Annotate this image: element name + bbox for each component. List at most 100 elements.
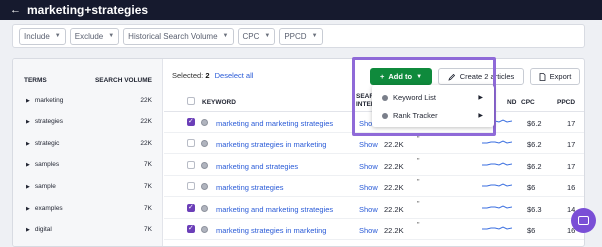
- filter-historical-volume[interactable]: Historical Search Volume ▼: [123, 27, 234, 45]
- show-intent-link[interactable]: Show: [359, 162, 378, 171]
- cpc-value: $6.2: [527, 119, 542, 128]
- row-checkbox[interactable]: [187, 182, 195, 190]
- expand-triangle-icon[interactable]: ▶: [26, 227, 30, 233]
- keyword-link[interactable]: marketing strategies in marketing: [216, 226, 326, 235]
- search-volume: 22.2K: [384, 140, 404, 149]
- table-row[interactable]: marketing and marketing strategies Show 22…: [164, 198, 584, 219]
- term-row[interactable]: ▶ examples 7K: [26, 205, 152, 212]
- filter-ppcd[interactable]: PPCD ▼: [279, 27, 323, 45]
- trend-sparkline: [482, 226, 512, 230]
- term-volume: 7K: [144, 161, 152, 168]
- volume-col-header: SEARCH VOLUME: [94, 77, 152, 84]
- chevron-right-icon: ▶: [478, 113, 483, 119]
- keyword-link[interactable]: marketing and marketing strategies: [216, 205, 333, 214]
- trend-sparkline: [482, 162, 512, 166]
- chat-button[interactable]: [571, 208, 596, 233]
- back-arrow-icon[interactable]: ←: [10, 4, 21, 16]
- keyword-link[interactable]: marketing strategies in marketing: [216, 140, 326, 149]
- intent-mark: ": [417, 201, 420, 208]
- trend-col-header: ND: [507, 99, 517, 106]
- intent-mark: ": [417, 222, 420, 229]
- results-panel: TERMS SEARCH VOLUME ▶ marketing 22K ▶ strat…: [12, 58, 585, 247]
- terms-header: TERMS SEARCH VOLUME: [24, 77, 152, 84]
- cpc-value: $6.3: [527, 205, 542, 214]
- header-bar: ← marketing+strategies: [0, 0, 602, 20]
- term-label: samples: [34, 161, 60, 168]
- term-volume: 7K: [144, 226, 152, 233]
- term-row[interactable]: ▶ marketing 22K: [26, 97, 152, 104]
- term-volume: 22K: [140, 97, 152, 104]
- trend-sparkline: [482, 205, 512, 209]
- table-row[interactable]: marketing strategies in marketing Show 22.…: [164, 219, 584, 240]
- status-dot-icon: [201, 140, 208, 147]
- expand-triangle-icon[interactable]: ▶: [26, 119, 30, 125]
- chevron-down-icon: ▼: [264, 33, 271, 39]
- filter-exclude-label: Exclude: [74, 31, 104, 41]
- term-volume: 22K: [140, 140, 152, 147]
- cpc-col-header: CPC: [521, 99, 535, 106]
- row-checkbox[interactable]: [187, 224, 195, 233]
- chat-bubble-icon: [578, 216, 589, 225]
- export-label: Export: [549, 72, 572, 81]
- table-row[interactable]: marketing strategies Show 22.2K " $6 16: [164, 176, 584, 197]
- show-intent-link[interactable]: Show: [359, 183, 378, 192]
- expand-triangle-icon[interactable]: ▶: [26, 206, 30, 212]
- filter-ppcd-label: PPCD: [284, 31, 307, 41]
- expand-triangle-icon[interactable]: ▶: [26, 98, 30, 104]
- chevron-down-icon: ▼: [54, 33, 61, 39]
- row-checkbox[interactable]: [187, 139, 195, 147]
- term-volume: 22K: [140, 118, 152, 125]
- chevron-down-icon: ▼: [108, 33, 115, 39]
- term-row[interactable]: ▶ strategic 22K: [26, 140, 152, 147]
- expand-triangle-icon[interactable]: ▶: [26, 162, 30, 168]
- show-intent-link[interactable]: Show: [359, 140, 378, 149]
- keyword-link[interactable]: marketing and marketing strategies: [216, 119, 333, 128]
- row-checkbox[interactable]: [187, 117, 195, 126]
- expand-triangle-icon[interactable]: ▶: [26, 184, 30, 190]
- term-row[interactable]: ▶ digital 7K: [26, 226, 152, 233]
- filter-exclude[interactable]: Exclude ▼: [69, 27, 120, 45]
- search-volume: 22.2K: [384, 226, 404, 235]
- trend-sparkline: [482, 140, 512, 144]
- keyword-link[interactable]: marketing strategies: [216, 183, 284, 192]
- show-intent-link[interactable]: Show: [359, 226, 378, 235]
- row-checkbox[interactable]: [187, 161, 195, 169]
- deselect-all-link[interactable]: Deselect all: [215, 71, 254, 80]
- page-title: marketing+strategies: [27, 3, 149, 17]
- term-volume: 7K: [144, 205, 152, 212]
- cpc-value: $6: [527, 183, 536, 192]
- status-dot-icon: [201, 226, 208, 233]
- term-label: marketing: [34, 97, 64, 104]
- keyword-link[interactable]: marketing and strategies: [216, 162, 298, 171]
- table-row[interactable]: marketing strategies in marketing Show 22.…: [164, 133, 584, 154]
- term-row[interactable]: ▶ strategies 22K: [26, 118, 152, 125]
- menu-item-keyword-list[interactable]: Keyword List ▶: [372, 89, 494, 106]
- table-row[interactable]: marketing and strategies Show 22.2K " $6.2 17: [164, 155, 584, 176]
- menu-item-rank-tracker[interactable]: Rank Tracker ▶: [372, 107, 494, 124]
- ppcd-value: 17: [567, 162, 576, 171]
- filter-cpc[interactable]: CPC ▼: [237, 27, 276, 45]
- cpc-value: $6.2: [527, 140, 542, 149]
- term-label: strategic: [34, 140, 60, 147]
- list-bullet-icon: [382, 112, 388, 119]
- filter-bar: Include ▼ Exclude ▼ Historical Search Volu…: [12, 24, 585, 48]
- row-checkbox[interactable]: [187, 203, 195, 212]
- show-intent-link[interactable]: Show: [359, 205, 378, 214]
- search-volume: 22.2K: [384, 183, 404, 192]
- filter-historical-volume-label: Historical Search Volume: [128, 31, 218, 41]
- selection-count: 2: [205, 71, 210, 80]
- cpc-value: $6: [527, 226, 536, 235]
- status-dot-icon: [201, 119, 208, 126]
- term-row[interactable]: ▶ samples 7K: [26, 161, 152, 168]
- intent-mark: ": [417, 179, 420, 186]
- status-dot-icon: [201, 183, 208, 190]
- selection-info: Selected: 2 Deselect all: [172, 71, 253, 80]
- list-bullet-icon: [382, 94, 388, 101]
- select-all-checkbox[interactable]: [187, 97, 195, 105]
- expand-triangle-icon[interactable]: ▶: [26, 141, 30, 147]
- term-row[interactable]: ▶ sample 7K: [26, 183, 152, 190]
- status-dot-icon: [201, 162, 208, 169]
- filter-include[interactable]: Include ▼: [19, 27, 66, 45]
- export-button[interactable]: Export: [530, 68, 580, 85]
- search-volume: 22.2K: [384, 162, 404, 171]
